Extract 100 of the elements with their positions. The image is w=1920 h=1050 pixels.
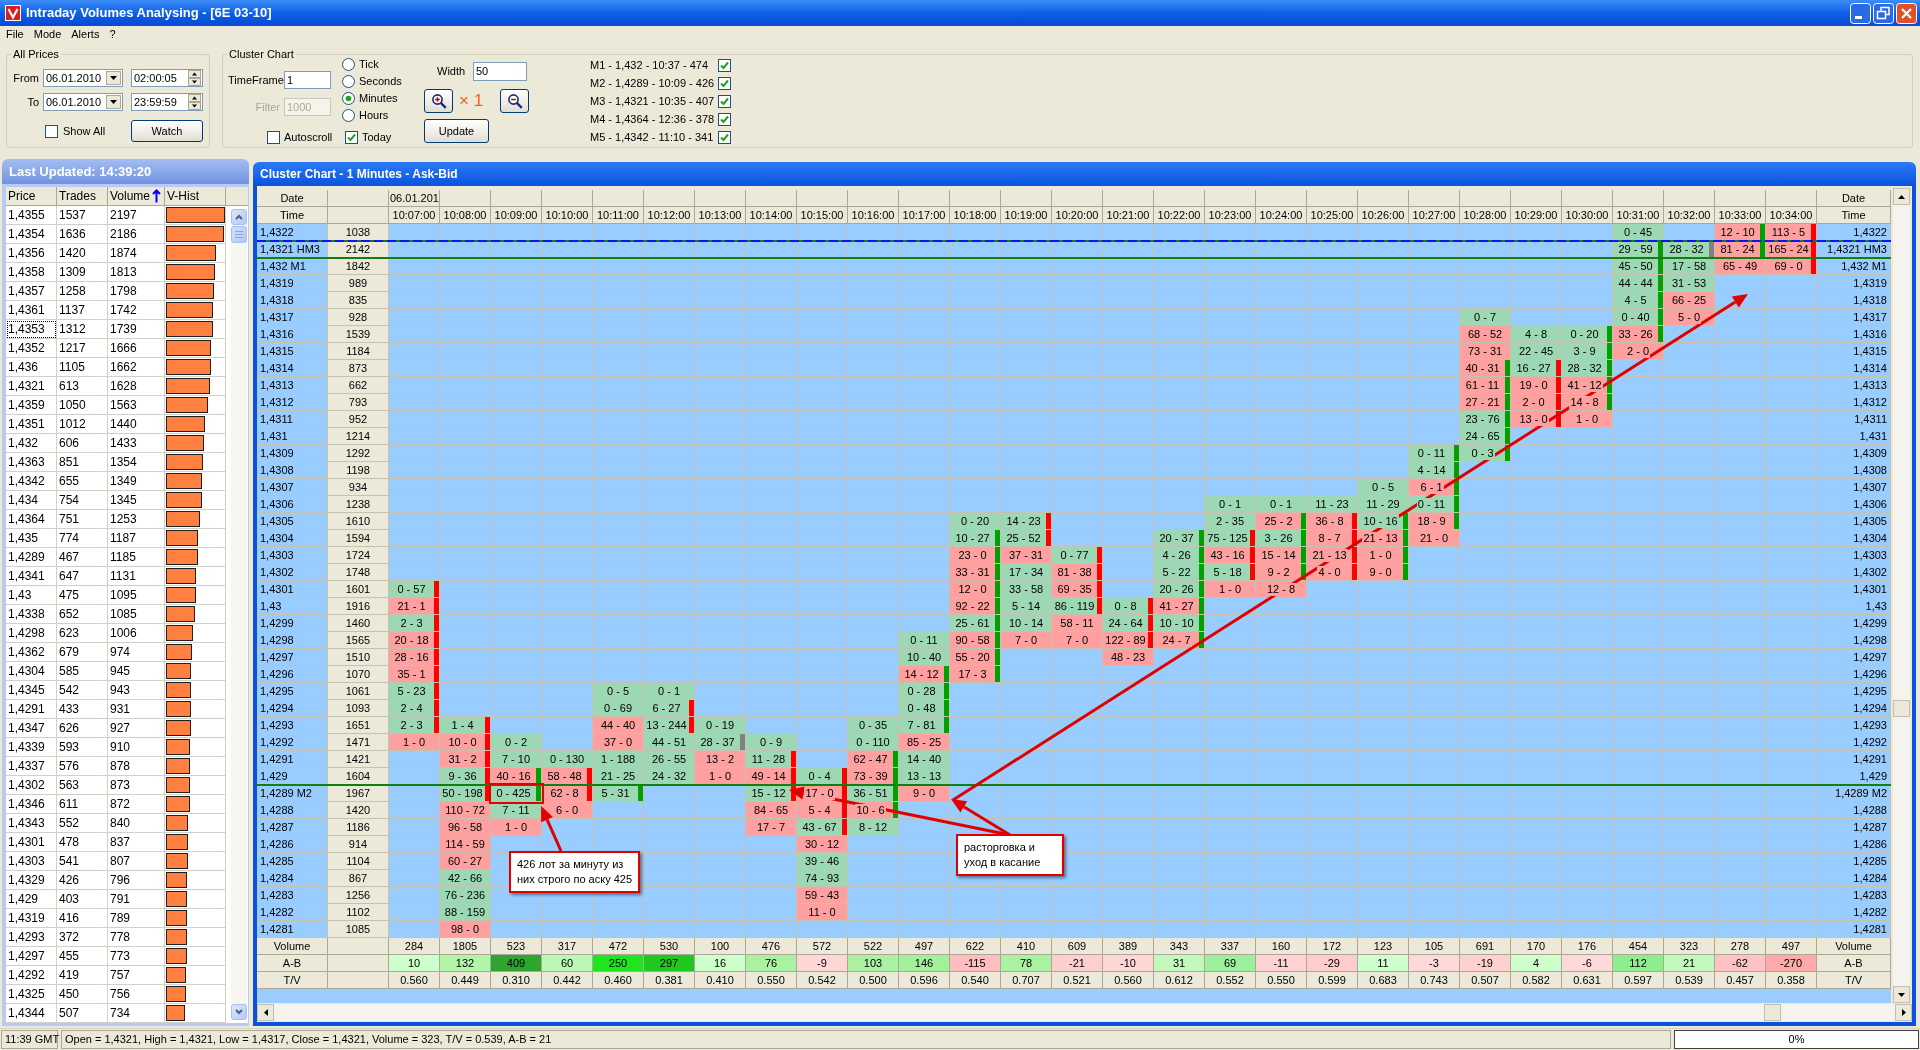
radio-label: Tick (359, 57, 379, 73)
column-header[interactable]: Volume (108, 187, 165, 206)
checkbox[interactable] (718, 58, 731, 72)
cluster-cell: 25 - 61 (950, 615, 995, 631)
time-header: 10:09:00 (491, 207, 542, 224)
volume-total-cell: 278 (1715, 938, 1766, 955)
menu-item[interactable]: ? (104, 26, 121, 43)
volume-cell: 873 (108, 776, 165, 795)
vertical-scrollbar[interactable] (1893, 188, 1910, 1003)
cluster-cell: 12 - 8 (1256, 581, 1306, 597)
scroll-down-button[interactable] (1893, 986, 1910, 1003)
cluster-cell: 1 - 0 (1205, 581, 1255, 597)
price-cell: 1,432 (6, 434, 57, 453)
delta-cell: -29 (1307, 955, 1358, 972)
volume-cell: 1651 (328, 717, 389, 734)
cluster-cell: 28 - 37 (695, 734, 740, 750)
checkbox[interactable] (267, 131, 280, 144)
trades-cell: 1012 (57, 415, 108, 434)
price-cell: 1,436 (6, 358, 57, 377)
arrow-up-icon (152, 189, 162, 203)
cluster-cell: 37 - 31 (1001, 547, 1051, 563)
menu-item[interactable]: Alerts (66, 26, 105, 43)
radio-label: Seconds (359, 74, 402, 90)
scrollbar-thumb[interactable] (231, 226, 247, 243)
checkbox[interactable] (345, 131, 358, 144)
cluster-cell: 6 - 0 (542, 802, 592, 818)
price-cell: 1,4345 (6, 681, 57, 700)
callout-note: 426 лот за минуту из них строго по аску 425 (509, 851, 640, 893)
column-header[interactable]: V-Hist (165, 187, 226, 206)
cluster-cell: 14 - 8 (1562, 394, 1607, 410)
update-button[interactable]: Update (424, 119, 489, 143)
volume-cell: 945 (108, 662, 165, 681)
volume-cell: 1742 (108, 301, 165, 320)
scroll-up-button[interactable] (1893, 188, 1910, 205)
price-cell: 1,4305 (1817, 513, 1891, 530)
zoom-out-button[interactable] (500, 89, 529, 113)
horizontal-scrollbar[interactable] (257, 1004, 1912, 1021)
price-cell: 1,4307 (1817, 479, 1891, 496)
price-cell: 1,4362 (6, 643, 57, 662)
width-input[interactable]: 50 (473, 62, 527, 81)
magnifier-plus-icon (430, 93, 447, 109)
ratio-cell: 0.743 (1409, 972, 1460, 989)
radio-button[interactable] (342, 92, 355, 105)
checkbox[interactable] (718, 94, 731, 108)
cluster-cell: 113 - 5 (1766, 224, 1811, 240)
vertical-scrollbar[interactable] (231, 209, 247, 1020)
header-cell (328, 190, 389, 207)
scroll-right-button[interactable] (1895, 1004, 1912, 1021)
cluster-cell: 0 - 48 (899, 700, 944, 716)
checkbox[interactable] (718, 76, 731, 90)
menu-item[interactable]: File (1, 26, 29, 43)
cluster-cell: 41 - 12 (1562, 377, 1607, 393)
cluster-cell: 110 - 72 (440, 802, 490, 818)
cluster-cell: 10 - 27 (950, 530, 995, 546)
column-header[interactable]: Price (6, 187, 57, 206)
time-spinner[interactable]: 23:59:59 (131, 93, 203, 111)
price-cell: 1,4356 (6, 244, 57, 263)
scroll-left-button[interactable] (257, 1004, 274, 1021)
radio-button[interactable] (342, 109, 355, 122)
trades-cell: 1636 (57, 225, 108, 244)
trades-cell: 751 (57, 510, 108, 529)
minimize-button[interactable] (1850, 2, 1871, 24)
volume-cell: 1349 (108, 472, 165, 491)
volume-cell: 1214 (328, 428, 389, 445)
scrollbar-thumb[interactable] (1764, 1004, 1781, 1021)
price-cell: 1,4314 (1817, 360, 1891, 377)
trades-cell: 655 (57, 472, 108, 491)
watch-button[interactable]: Watch (131, 120, 203, 142)
time-spinner[interactable]: 02:00:05 (131, 69, 203, 87)
scrollbar-thumb[interactable] (1893, 700, 1910, 717)
delta-cell: 69 (1205, 955, 1256, 972)
price-cell: 1,4313 (1817, 377, 1891, 394)
radio-button[interactable] (342, 75, 355, 88)
date-dropdown[interactable]: 06.01.2010 (43, 93, 123, 111)
cluster-cell: 0 - 8 (1103, 598, 1148, 614)
timeframe-input[interactable]: 1 (284, 71, 331, 89)
row-label: A-B (1817, 955, 1891, 972)
trades-cell: 419 (57, 966, 108, 985)
restore-button[interactable] (1873, 2, 1894, 24)
time-header: 10:27:00 (1409, 207, 1460, 224)
cluster-cell: 10 - 14 (1001, 615, 1051, 631)
date-dropdown[interactable]: 06.01.2010 (43, 69, 123, 87)
checkbox[interactable] (45, 124, 58, 138)
cluster-cell: 30 - 12 (797, 836, 847, 852)
column-header: Date (257, 190, 328, 207)
delta-cell: 11 (1358, 955, 1409, 972)
radio-button[interactable] (342, 58, 355, 71)
price-cell: 1,4304 (1817, 530, 1891, 547)
delta-cell: 16 (695, 955, 746, 972)
price-cell: 1,4294 (1817, 700, 1891, 717)
volume-cell: 1471 (328, 734, 389, 751)
checkbox[interactable] (718, 130, 731, 144)
menu-item[interactable]: Mode (28, 26, 67, 43)
cluster-cell: 4 - 0 (1307, 564, 1352, 580)
checkbox[interactable] (718, 112, 731, 126)
column-header[interactable]: Trades (57, 187, 108, 206)
volume-cell: 791 (108, 890, 165, 909)
close-button[interactable] (1896, 2, 1917, 24)
zoom-in-button[interactable] (424, 89, 453, 113)
cluster-cell: 0 - 20 (1562, 326, 1607, 342)
